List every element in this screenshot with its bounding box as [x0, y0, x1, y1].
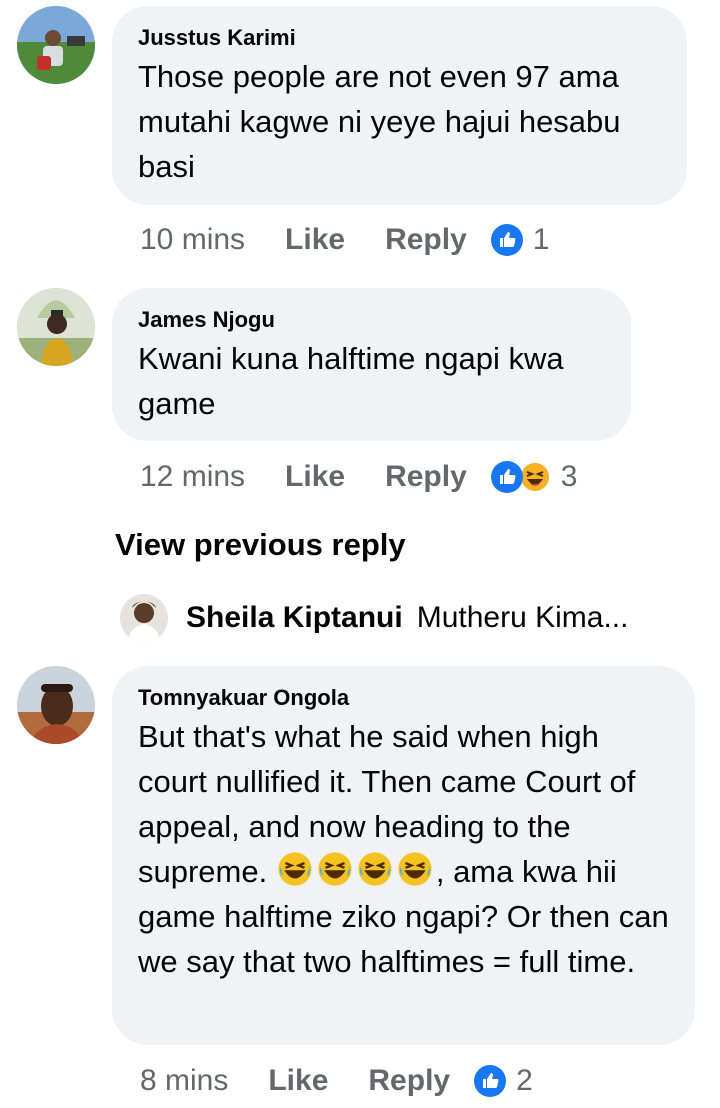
comment-text: Those people are not even 97 ama mutahi …: [138, 59, 621, 184]
reply-button[interactable]: Reply: [385, 460, 467, 494]
like-button[interactable]: Like: [285, 460, 345, 494]
reaction-count: 2: [516, 1064, 533, 1097]
comment-timestamp[interactable]: 10 mins: [140, 223, 245, 257]
like-icon: [474, 1065, 507, 1097]
comment-bubble: Jusstus Karimi Those people are not even…: [112, 6, 687, 205]
view-previous-reply-link[interactable]: View previous reply: [115, 527, 406, 563]
like-icon: [490, 224, 523, 256]
comment-timestamp[interactable]: 8 mins: [140, 1064, 228, 1098]
reaction-count: 1: [532, 223, 550, 256]
reply-button[interactable]: Reply: [368, 1064, 450, 1098]
reply-button[interactable]: Reply: [385, 223, 467, 257]
avatar-jusstus-karimi[interactable]: [17, 6, 95, 84]
haha-icon: [518, 461, 551, 493]
rolling-laughing-emoji: [276, 852, 316, 889]
comment-author[interactable]: Jusstus Karimi: [138, 24, 661, 52]
comment-bubble: James Njogu Kwani kuna halftime ngapi kw…: [112, 288, 631, 441]
reply-author[interactable]: Sheila Kiptanui: [186, 601, 403, 635]
reactions-summary[interactable]: 1: [490, 223, 550, 257]
comment-meta: 12 mins Like Reply 3: [140, 457, 577, 497]
comment-text: Kwani kuna halftime ngapi kwa game: [138, 341, 564, 421]
avatar-sheila-kiptanui[interactable]: [120, 594, 168, 642]
reaction-count: 3: [560, 460, 578, 493]
avatar-james-njogu[interactable]: [17, 288, 95, 366]
comment-meta: 10 mins Like Reply 1: [140, 220, 549, 260]
comment-timestamp[interactable]: 12 mins: [140, 460, 245, 494]
reply-preview[interactable]: Sheila Kiptanui Mutheru Kima...: [120, 593, 628, 643]
like-icon: [490, 461, 523, 493]
reply-snippet: Mutheru Kima...: [416, 601, 629, 634]
like-button[interactable]: Like: [285, 223, 345, 257]
rolling-laughing-emoji: [396, 852, 436, 889]
comment-bubble: Tomnyakuar Ongola But that's what he sai…: [112, 666, 695, 1045]
comment-meta: 8 mins Like Reply 2: [140, 1061, 533, 1101]
reactions-summary[interactable]: 2: [474, 1064, 533, 1098]
comment-text: But that's what he said when high court …: [138, 714, 669, 984]
rolling-laughing-emoji: [356, 852, 396, 889]
like-button[interactable]: Like: [268, 1064, 328, 1098]
comment-author[interactable]: Tomnyakuar Ongola: [138, 684, 669, 712]
comment-author[interactable]: James Njogu: [138, 306, 605, 334]
rolling-laughing-emoji: [316, 852, 356, 889]
avatar-tomnyakuar-ongola[interactable]: [17, 666, 95, 744]
reactions-summary[interactable]: 3: [490, 460, 578, 494]
